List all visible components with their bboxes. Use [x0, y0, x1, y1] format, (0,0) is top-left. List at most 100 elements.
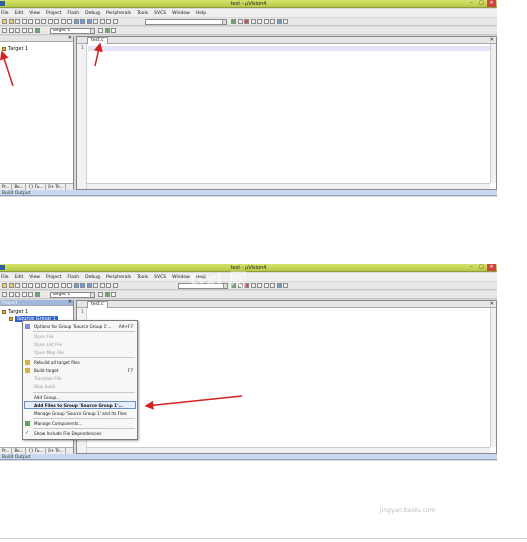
top-build-output[interactable] — [0, 197, 497, 262]
uncomment-icon[interactable] — [112, 19, 118, 24]
select-packs-icon[interactable] — [111, 28, 116, 33]
cut-icon[interactable] — [28, 19, 33, 24]
undo-icon[interactable] — [47, 283, 53, 288]
menu-edit[interactable]: Edit — [15, 275, 24, 280]
bookmark-next-icon[interactable] — [86, 19, 92, 24]
target-combo[interactable]: Target 1 — [50, 292, 95, 298]
bottom-horizontal-scrollbar[interactable] — [87, 447, 490, 453]
nav-forward-icon[interactable] — [67, 283, 72, 288]
save-all-icon[interactable] — [21, 283, 27, 288]
nav-back-icon[interactable] — [60, 19, 66, 24]
save-icon[interactable] — [15, 19, 20, 24]
breakpoint-icon[interactable] — [250, 283, 256, 288]
breakpoint-icon[interactable] — [250, 19, 256, 24]
minimize-button[interactable]: – — [467, 264, 476, 271]
menu-file[interactable]: File — [1, 275, 9, 280]
open-folder-icon[interactable] — [8, 19, 14, 24]
build-icon[interactable] — [8, 292, 14, 297]
menu-edit[interactable]: Edit — [15, 11, 24, 16]
copy-icon[interactable] — [34, 283, 40, 288]
redo-icon[interactable] — [54, 19, 59, 24]
bottom-editor-tab-test-c[interactable]: test.c — [87, 301, 108, 308]
menu-add-group[interactable]: Add Group... — [23, 394, 137, 401]
download-icon[interactable] — [34, 292, 40, 297]
maximize-button[interactable]: □ — [477, 264, 486, 271]
translate-icon[interactable] — [2, 28, 7, 33]
bookmark-icon[interactable] — [73, 283, 79, 288]
menu-svcs[interactable]: SVCS — [154, 275, 166, 280]
menu-file[interactable]: File — [1, 11, 9, 16]
top-tree-target[interactable]: Target 1 — [2, 46, 28, 52]
menu-window[interactable]: Window — [172, 275, 190, 280]
close-button[interactable]: ✕ — [487, 0, 496, 7]
menu-project[interactable]: Project — [46, 275, 61, 280]
menu-svcs[interactable]: SVCS — [154, 11, 166, 16]
comment-icon[interactable] — [106, 19, 111, 24]
menu-flash[interactable]: Flash — [67, 11, 79, 16]
maximize-button[interactable]: □ — [477, 0, 486, 7]
indent-icon[interactable] — [93, 19, 98, 24]
breakpoint-disable-icon[interactable] — [263, 283, 269, 288]
redo-icon[interactable] — [54, 283, 59, 288]
batch-build-icon[interactable] — [21, 292, 27, 297]
menu-open-map-file[interactable]: Open Map File — [23, 349, 137, 356]
undo-icon[interactable] — [47, 19, 53, 24]
menu-window[interactable]: Window — [172, 11, 190, 16]
bottom-vertical-scrollbar[interactable] — [490, 308, 496, 447]
target-options-icon[interactable] — [98, 28, 103, 33]
download-icon[interactable] — [34, 28, 40, 33]
menu-peripherals[interactable]: Peripherals — [106, 275, 131, 280]
top-horizontal-scrollbar[interactable] — [87, 183, 490, 189]
menu-project[interactable]: Project — [46, 11, 61, 16]
top-vertical-scrollbar[interactable] — [490, 44, 496, 183]
menu-translate-file[interactable]: Translate File — [23, 375, 137, 382]
bottom-build-output[interactable] — [0, 461, 497, 526]
find-in-files-icon[interactable] — [231, 19, 236, 24]
find-icon[interactable] — [237, 19, 243, 24]
new-file-icon[interactable] — [2, 283, 7, 288]
close-button[interactable]: ✕ — [487, 264, 496, 271]
menu-rebuild-all[interactable]: Rebuild all target files — [23, 359, 137, 366]
indent-icon[interactable] — [93, 283, 98, 288]
close-icon[interactable]: ✕ — [490, 37, 494, 43]
manage-components-icon[interactable] — [104, 292, 110, 297]
window-layout-icon[interactable] — [276, 283, 282, 288]
copy-icon[interactable] — [34, 19, 40, 24]
bottom-titlebar[interactable]: test - µVision4 – □ ✕ — [0, 264, 497, 272]
debug-start-icon[interactable] — [244, 19, 249, 24]
comment-icon[interactable] — [106, 283, 111, 288]
menu-flash[interactable]: Flash — [67, 275, 79, 280]
menu-manage-group[interactable]: Manage Group 'Source Group 1' and its Fi… — [23, 410, 137, 417]
breakpoint-enable-icon[interactable] — [257, 283, 262, 288]
top-editor[interactable]: test.c ✕ 1 — [76, 36, 497, 190]
nav-forward-icon[interactable] — [67, 19, 72, 24]
find-combo[interactable] — [145, 19, 227, 25]
menu-peripherals[interactable]: Peripherals — [106, 11, 131, 16]
open-folder-icon[interactable] — [8, 283, 14, 288]
breakpoint-kill-icon[interactable] — [270, 19, 275, 24]
breakpoint-enable-icon[interactable] — [257, 19, 262, 24]
menu-build-target[interactable]: Build target F7 — [23, 367, 137, 374]
manage-components-icon[interactable] — [104, 28, 110, 33]
nav-back-icon[interactable] — [60, 283, 66, 288]
bookmark-prev-icon[interactable] — [80, 283, 85, 288]
close-icon[interactable]: ✕ — [68, 35, 72, 41]
rebuild-icon[interactable] — [15, 292, 20, 297]
unindent-icon[interactable] — [99, 283, 105, 288]
menu-view[interactable]: View — [29, 11, 40, 16]
target-options-icon[interactable] — [98, 292, 103, 297]
rebuild-icon[interactable] — [15, 28, 20, 33]
menu-tools[interactable]: Tools — [137, 11, 148, 16]
paste-icon[interactable] — [41, 283, 46, 288]
select-packs-icon[interactable] — [111, 292, 116, 297]
breakpoint-kill-icon[interactable] — [270, 283, 275, 288]
menu-debug[interactable]: Debug — [85, 275, 100, 280]
menu-open-file[interactable]: Open File — [23, 333, 137, 340]
top-editor-tab-test-c[interactable]: test.c — [87, 37, 108, 44]
menu-options-for-group[interactable]: Options for Group 'Source Group 1'... Al… — [23, 323, 137, 330]
bottom-tree-target[interactable]: Target 1 — [2, 309, 28, 315]
bookmark-prev-icon[interactable] — [80, 19, 85, 24]
menu-stop-build[interactable]: Stop build — [23, 383, 137, 390]
menu-tools[interactable]: Tools — [137, 275, 148, 280]
stop-build-icon[interactable] — [28, 292, 33, 297]
